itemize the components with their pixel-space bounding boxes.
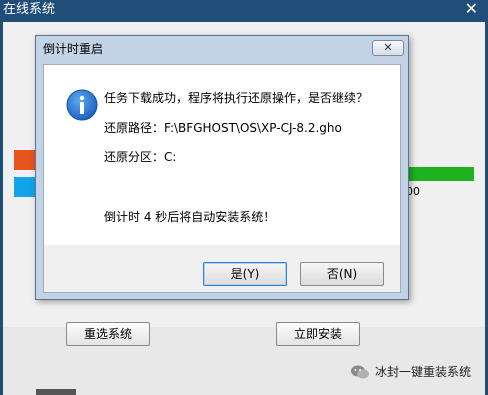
restore-path-text: 还原路径：F:\BFGHOST\OS\XP-CJ-8.2.gho — [104, 121, 342, 135]
countdown-dialog: 倒计时重启 ✕ 任务下载成功，程序将执行还原操作，是否继续？ 还原路径：F:\B… — [35, 35, 409, 300]
app-titlebar: 在线系统 ✕ — [0, 0, 488, 22]
countdown-text: 倒计时 4 秒后将自动安装系统！ — [104, 210, 276, 224]
app-title: 在线系统 — [3, 2, 56, 17]
dialog-message: 任务下载成功，程序将执行还原操作，是否继续？ — [104, 91, 369, 105]
progress-bar — [406, 167, 474, 181]
dialog-panel: 任务下载成功，程序将执行还原操作，是否继续？ 还原路径：F:\BFGHOST\O… — [43, 64, 401, 293]
app-close-icon[interactable]: ✕ — [465, 0, 478, 18]
taskbar-tab — [36, 389, 76, 395]
yes-button[interactable]: 是(Y) — [203, 262, 287, 286]
dialog-title: 倒计时重启 — [43, 42, 104, 56]
restore-partition-text: 还原分区：C: — [104, 150, 177, 164]
watermark: 冰封一键重装系统 — [350, 362, 482, 384]
info-icon — [66, 89, 98, 121]
wechat-icon — [351, 365, 369, 379]
install-now-button[interactable]: 立即安装 — [276, 322, 360, 346]
watermark-text: 冰封一键重装系统 — [375, 365, 472, 379]
no-button[interactable]: 否(N) — [300, 262, 384, 286]
reselect-system-button[interactable]: 重选系统 — [66, 322, 150, 346]
dialog-content: 任务下载成功，程序将执行还原操作，是否继续？ 还原路径：F:\BFGHOST\O… — [44, 65, 400, 245]
dialog-close-icon[interactable]: ✕ — [372, 40, 404, 56]
